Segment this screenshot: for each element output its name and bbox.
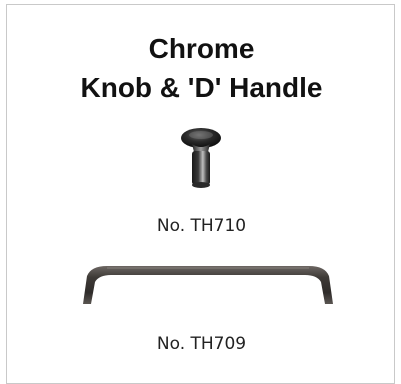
knob-product-code: No. TH710	[156, 216, 247, 236]
title-line-2: Knob & 'D' Handle	[80, 72, 323, 103]
chrome-knob-image	[181, 128, 221, 188]
handle-product-code: No. TH709	[156, 334, 247, 354]
product-card: Chrome Knob & 'D' Handle No. TH710 No. T…	[6, 4, 395, 384]
title-line-1: Chrome	[148, 33, 255, 64]
d-handle-image	[83, 266, 333, 304]
